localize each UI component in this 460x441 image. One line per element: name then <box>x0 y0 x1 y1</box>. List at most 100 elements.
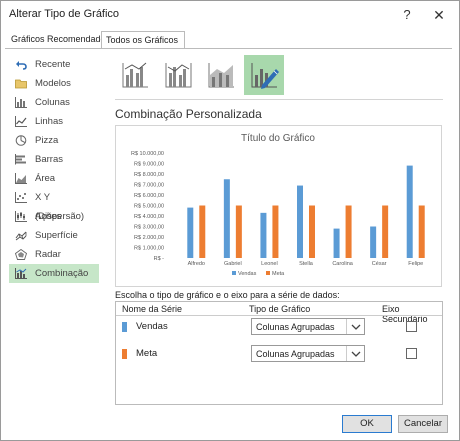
subtype-clustered-column-line[interactable] <box>115 55 155 95</box>
x-tick-label: Gabriel <box>224 261 242 267</box>
y-tick-label: R$ 4.000,00 <box>134 214 164 220</box>
combo-clustered-line-icon <box>122 62 148 88</box>
sidebar-item-templates[interactable]: Modelos <box>9 74 99 93</box>
combo-stacked-area-icon <box>208 63 234 88</box>
sidebar-item-scatter[interactable]: X Y (Dispersão) <box>9 188 99 222</box>
chevron-down-icon[interactable] <box>346 346 364 361</box>
tab-all-charts[interactable]: Todos os Gráficos <box>101 31 185 49</box>
area-chart-icon <box>15 173 27 184</box>
x-tick-label: Felipe <box>408 261 423 267</box>
folder-icon <box>15 79 27 89</box>
title-bar: Alterar Tipo de Gráfico ? ✕ <box>1 1 459 29</box>
help-button[interactable]: ? <box>397 5 417 25</box>
bar-vendas-stella <box>297 185 303 258</box>
x-tick-label: Leonel <box>261 261 278 267</box>
bar-meta-carolina <box>345 205 352 258</box>
y-tick-label: R$ - <box>154 256 165 262</box>
sidebar-item-combo[interactable]: Combinação <box>9 264 99 283</box>
y-tick-label: R$ 7.000,00 <box>134 183 164 189</box>
sidebar-item-radar[interactable]: Radar <box>9 245 99 264</box>
bar-meta-césar <box>382 205 389 258</box>
undo-icon <box>16 61 27 70</box>
chart-category-list: Recente Modelos Colunas Linhas Pizza Bar… <box>9 55 99 283</box>
chart-title: Título do Gráfico <box>241 133 315 144</box>
series-color-swatch <box>122 322 127 332</box>
chart-type-value: Colunas Agrupadas <box>256 349 335 359</box>
subtype-stacked-area-clustered-column[interactable] <box>201 55 241 95</box>
stock-chart-icon <box>15 211 27 222</box>
series-table: Nome da Série Tipo de Gráfico Eixo Secun… <box>115 301 443 405</box>
sidebar-item-stock[interactable]: Ações <box>9 207 99 226</box>
series-name: Vendas <box>136 321 168 332</box>
surface-chart-icon <box>15 231 27 241</box>
series-name: Meta <box>136 348 158 359</box>
bar-vendas-alfredo <box>187 207 194 258</box>
bar-meta-gabriel <box>235 205 242 258</box>
tab-divider <box>5 48 452 49</box>
bar-meta-felipe <box>418 205 425 258</box>
legend-label: Meta <box>272 271 285 277</box>
header-chart-type: Tipo de Gráfico <box>249 304 311 314</box>
cancel-button[interactable]: Cancelar <box>398 415 448 433</box>
sidebar-item-label: Radar <box>35 249 61 260</box>
y-tick-label: R$ 1.000,00 <box>134 246 164 252</box>
sidebar-item-label: Linhas <box>35 116 63 127</box>
column-chart-icon <box>15 97 27 108</box>
change-chart-type-dialog: Alterar Tipo de Gráfico ? ✕ Gráficos Rec… <box>0 0 460 441</box>
header-series-name: Nome da Série <box>122 304 183 314</box>
custom-combo-icon <box>251 63 279 89</box>
y-tick-label: R$ 6.000,00 <box>134 193 164 199</box>
sidebar-item-label: Área <box>35 173 56 184</box>
series-color-swatch <box>122 349 127 359</box>
bar-vendas-césar <box>370 226 377 258</box>
sidebar-item-label: Ações <box>35 211 62 222</box>
secondary-axis-checkbox[interactable] <box>406 348 417 359</box>
y-tick-label: R$ 5.000,00 <box>134 204 164 210</box>
sidebar-item-label: Combinação <box>35 268 89 279</box>
sidebar-item-label: Barras <box>35 154 63 165</box>
x-tick-label: Stella <box>299 261 314 267</box>
subtype-clustered-column-line-secondary[interactable] <box>158 55 198 95</box>
sidebar-item-label: Pizza <box>35 135 59 146</box>
bar-chart-icon <box>15 154 26 165</box>
chart-type-value: Colunas Agrupadas <box>256 322 335 332</box>
subtype-custom-combination[interactable] <box>244 55 284 95</box>
chart-type-select[interactable]: Colunas Agrupadas <box>251 345 365 362</box>
bar-meta-leonel <box>272 205 279 258</box>
x-axis: Alfredo Gabriel Leonel Stella Carolina César F… <box>188 261 424 267</box>
section-divider <box>115 99 443 100</box>
chart-type-select[interactable]: Colunas Agrupadas <box>251 318 365 335</box>
section-title: Combinação Personalizada <box>115 107 262 121</box>
bar-meta-stella <box>309 205 315 258</box>
radar-chart-icon <box>15 249 27 260</box>
tab-recommended-charts[interactable]: Gráficos Recomendados <box>7 31 114 49</box>
x-tick-label: Alfredo <box>188 261 205 267</box>
x-tick-label: Carolina <box>332 261 353 267</box>
y-axis: R$ - R$ 1.000,00 R$ 2.000,00 R$ 3.000,00 R$ … <box>131 151 164 262</box>
sidebar-item-label: Superfície <box>35 230 78 241</box>
pie-chart-icon <box>15 135 27 146</box>
chevron-down-icon[interactable] <box>346 319 364 334</box>
chart-legend: Vendas Meta <box>232 271 285 277</box>
bar-vendas-gabriel <box>223 179 230 258</box>
legend-swatch <box>232 271 236 275</box>
series-panel-title: Escolha o tipo de gráfico e o eixo para … <box>115 290 340 300</box>
chart-preview: Título do Gráfico R$ - R$ 1.000,00 R$ 2.00… <box>115 125 442 287</box>
close-button[interactable]: ✕ <box>429 5 449 25</box>
ok-button[interactable]: OK <box>342 415 392 433</box>
sidebar-item-columns[interactable]: Colunas <box>9 93 99 112</box>
combo-chart-icon <box>15 268 27 279</box>
bar-vendas-felipe <box>406 165 413 258</box>
scatter-chart-icon <box>15 192 27 203</box>
sidebar-item-surface[interactable]: Superfície <box>9 226 99 245</box>
sidebar-item-recent[interactable]: Recente <box>9 55 99 74</box>
sidebar-item-bars[interactable]: Barras <box>9 150 99 169</box>
sidebar-item-area[interactable]: Área <box>9 169 99 188</box>
sidebar-item-lines[interactable]: Linhas <box>9 112 99 131</box>
sidebar-item-label: Recente <box>35 59 71 70</box>
bar-group <box>187 165 425 258</box>
secondary-axis-checkbox[interactable] <box>406 321 417 332</box>
chart-svg: Título do Gráfico R$ - R$ 1.000,00 R$ 2.00… <box>131 133 425 277</box>
sidebar-item-pie[interactable]: Pizza <box>9 131 99 150</box>
legend-swatch <box>266 271 270 275</box>
